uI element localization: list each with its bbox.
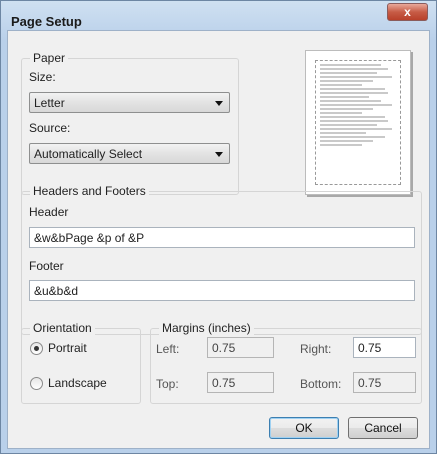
bottom-margin-label: Bottom: — [300, 377, 342, 391]
landscape-radio[interactable] — [30, 377, 43, 390]
footer-input[interactable]: &u&b&d — [29, 280, 415, 301]
source-label: Source: — [29, 121, 71, 135]
ok-button[interactable]: OK — [269, 417, 339, 439]
window-title: Page Setup — [11, 14, 82, 29]
bottom-margin-input[interactable]: 0.75 — [353, 372, 416, 393]
size-select-value: Letter — [34, 96, 65, 110]
headers-footers-legend: Headers and Footers — [30, 184, 149, 198]
right-margin-input[interactable]: 0.75 — [353, 337, 416, 358]
top-margin-label: Top: — [156, 377, 179, 391]
close-icon: x — [404, 5, 411, 19]
headers-footers-group: Headers and Footers Header &w&bPage &p o… — [21, 184, 422, 335]
orientation-legend: Orientation — [30, 321, 95, 335]
paper-group: Paper Size: Letter Source: Automatically… — [21, 51, 239, 195]
portrait-radio[interactable] — [30, 342, 43, 355]
cancel-button[interactable]: Cancel — [348, 417, 418, 439]
close-button[interactable]: x — [387, 3, 428, 21]
left-margin-input[interactable]: 0.75 — [207, 337, 274, 358]
dialog-client-area: Paper Size: Letter Source: Automatically… — [7, 30, 430, 449]
source-select[interactable]: Automatically Select — [29, 143, 230, 164]
chevron-down-icon — [215, 152, 223, 157]
landscape-label[interactable]: Landscape — [48, 376, 107, 390]
footer-label: Footer — [29, 259, 64, 273]
top-margin-input[interactable]: 0.75 — [207, 372, 274, 393]
chevron-down-icon — [215, 101, 223, 106]
margins-group: Margins (inches) Left: 0.75 Right: 0.75 … — [150, 321, 422, 404]
right-margin-label: Right: — [300, 342, 332, 356]
margins-legend: Margins (inches) — [159, 321, 254, 335]
left-margin-label: Left: — [156, 342, 180, 356]
page-setup-window: Page Setup x Paper Size: Letter Source: … — [0, 0, 437, 454]
size-label: Size: — [29, 70, 56, 84]
header-input[interactable]: &w&bPage &p of &P — [29, 227, 415, 248]
page-preview — [305, 50, 411, 195]
paper-legend: Paper — [30, 51, 69, 65]
orientation-group: Orientation Portrait Landscape — [21, 321, 141, 404]
header-label: Header — [29, 205, 69, 219]
preview-margin-box — [315, 60, 401, 185]
size-select[interactable]: Letter — [29, 92, 230, 113]
portrait-label[interactable]: Portrait — [48, 341, 87, 355]
source-select-value: Automatically Select — [34, 147, 143, 161]
